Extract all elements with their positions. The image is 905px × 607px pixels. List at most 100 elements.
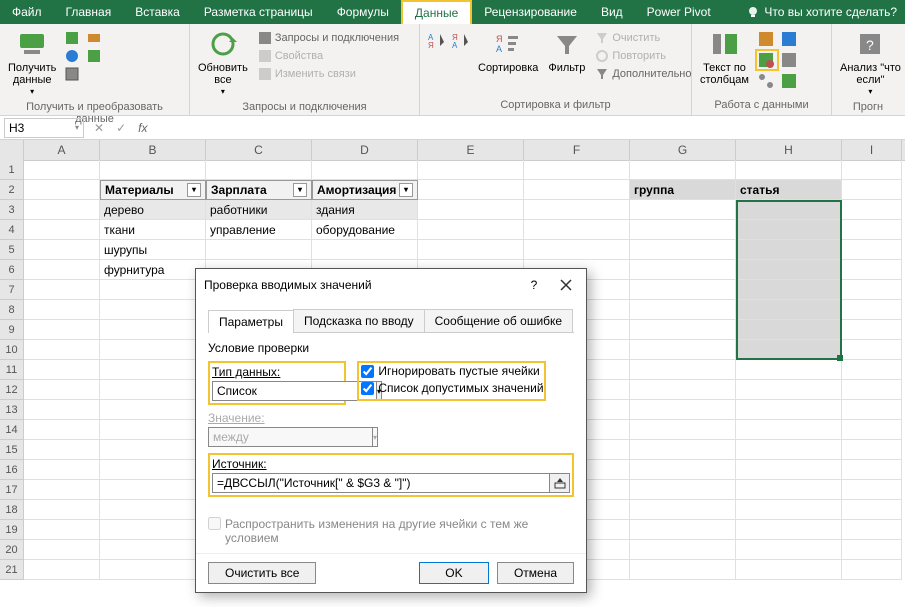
row-head-4[interactable]: 4: [0, 220, 24, 240]
cell[interactable]: [24, 500, 100, 520]
cell[interactable]: [630, 380, 736, 400]
cell[interactable]: [842, 500, 902, 520]
consolidate-icon[interactable]: [780, 51, 800, 69]
cell[interactable]: [736, 240, 842, 260]
cell[interactable]: [630, 400, 736, 420]
propagate-check[interactable]: Распространить изменения на другие ячейк…: [208, 517, 574, 545]
clear-filter-button[interactable]: Очистить: [593, 30, 693, 46]
cell[interactable]: [100, 400, 206, 420]
filter-dropdown-icon[interactable]: ▾: [187, 183, 201, 197]
whatif-button[interactable]: ? Анализ "что если" ▾: [838, 26, 903, 99]
cell[interactable]: [842, 380, 902, 400]
cell[interactable]: [842, 440, 902, 460]
cell[interactable]: [24, 560, 100, 580]
type-input[interactable]: [212, 381, 377, 401]
from-web-icon[interactable]: [64, 48, 80, 64]
cell[interactable]: [630, 520, 736, 540]
cell[interactable]: [630, 480, 736, 500]
cell[interactable]: [24, 160, 100, 180]
edit-links-button[interactable]: Изменить связи: [256, 66, 401, 82]
cell[interactable]: [418, 200, 524, 220]
cell[interactable]: [24, 300, 100, 320]
source-range-button[interactable]: [550, 473, 570, 493]
cell[interactable]: [630, 260, 736, 280]
cell[interactable]: [100, 420, 206, 440]
cell[interactable]: [100, 160, 206, 180]
cell[interactable]: [842, 300, 902, 320]
cell[interactable]: [842, 520, 902, 540]
cell[interactable]: [524, 240, 630, 260]
cell[interactable]: [630, 420, 736, 440]
cell[interactable]: [842, 400, 902, 420]
tab-home[interactable]: Главная: [54, 1, 124, 23]
cell[interactable]: [736, 560, 842, 580]
manage-model-icon[interactable]: [780, 72, 800, 90]
cell[interactable]: [736, 260, 842, 280]
cell[interactable]: [24, 340, 100, 360]
cell[interactable]: [100, 300, 206, 320]
cell[interactable]: работники: [206, 200, 312, 220]
data-validation-icon[interactable]: [757, 51, 777, 69]
tab-formulas[interactable]: Формулы: [325, 1, 401, 23]
cell[interactable]: [24, 520, 100, 540]
cell[interactable]: [736, 500, 842, 520]
cell[interactable]: [736, 400, 842, 420]
cell[interactable]: [100, 320, 206, 340]
cell[interactable]: фурнитура: [100, 260, 206, 280]
clear-all-button[interactable]: Очистить все: [208, 562, 316, 584]
properties-button[interactable]: Свойства: [256, 48, 401, 64]
cell[interactable]: [418, 220, 524, 240]
cell[interactable]: [24, 380, 100, 400]
cell[interactable]: [630, 280, 736, 300]
recent-sources-icon[interactable]: [86, 30, 102, 46]
tab-insert[interactable]: Вставка: [123, 1, 192, 23]
cell[interactable]: [312, 240, 418, 260]
cell[interactable]: [630, 320, 736, 340]
cell[interactable]: [312, 160, 418, 180]
col-head-F[interactable]: F: [524, 140, 630, 160]
cancel-button[interactable]: Отмена: [497, 562, 574, 584]
refresh-all-button[interactable]: Обновить все ▾: [196, 26, 250, 99]
cell[interactable]: [736, 480, 842, 500]
cell[interactable]: [100, 440, 206, 460]
help-button[interactable]: ?: [522, 275, 546, 295]
source-input[interactable]: [212, 473, 550, 493]
get-data-button[interactable]: Получить данные ▾: [6, 26, 58, 99]
from-text-icon[interactable]: [64, 30, 80, 46]
cell[interactable]: дерево: [100, 200, 206, 220]
cell[interactable]: [24, 280, 100, 300]
tab-input-message[interactable]: Подсказка по вводу: [293, 309, 425, 332]
row-head-8[interactable]: 8: [0, 300, 24, 320]
cancel-formula-icon[interactable]: ✕: [88, 121, 110, 135]
cell[interactable]: [842, 480, 902, 500]
cell[interactable]: оборудование: [312, 220, 418, 240]
row-head-1[interactable]: 1: [0, 160, 24, 180]
cell[interactable]: [842, 460, 902, 480]
cell[interactable]: [100, 360, 206, 380]
cell[interactable]: шурупы: [100, 240, 206, 260]
col-head-H[interactable]: H: [736, 140, 842, 160]
cell[interactable]: Зарплата▾: [206, 180, 312, 200]
cell[interactable]: Материалы▾: [100, 180, 206, 200]
from-table-icon[interactable]: [64, 66, 80, 82]
tab-powerpivot[interactable]: Power Pivot: [635, 1, 723, 23]
filter-button[interactable]: Фильтр: [546, 26, 587, 76]
col-head-A[interactable]: A: [24, 140, 100, 160]
cell[interactable]: [630, 540, 736, 560]
cell[interactable]: [736, 520, 842, 540]
row-head-16[interactable]: 16: [0, 460, 24, 480]
filter-dropdown-icon[interactable]: ▾: [293, 183, 307, 197]
tab-error-alert[interactable]: Сообщение об ошибке: [424, 309, 573, 332]
row-head-20[interactable]: 20: [0, 540, 24, 560]
cell[interactable]: [100, 540, 206, 560]
cell[interactable]: [842, 200, 902, 220]
tell-me[interactable]: Что вы хотите сделать?: [738, 5, 905, 19]
filter-dropdown-icon[interactable]: ▾: [399, 183, 413, 197]
fx-icon[interactable]: fx: [132, 121, 153, 135]
in-cell-dropdown-check[interactable]: Список допустимых значений: [361, 381, 543, 395]
row-head-21[interactable]: 21: [0, 560, 24, 580]
cell[interactable]: [630, 440, 736, 460]
cell[interactable]: [630, 360, 736, 380]
cell[interactable]: [418, 160, 524, 180]
cell[interactable]: [24, 480, 100, 500]
